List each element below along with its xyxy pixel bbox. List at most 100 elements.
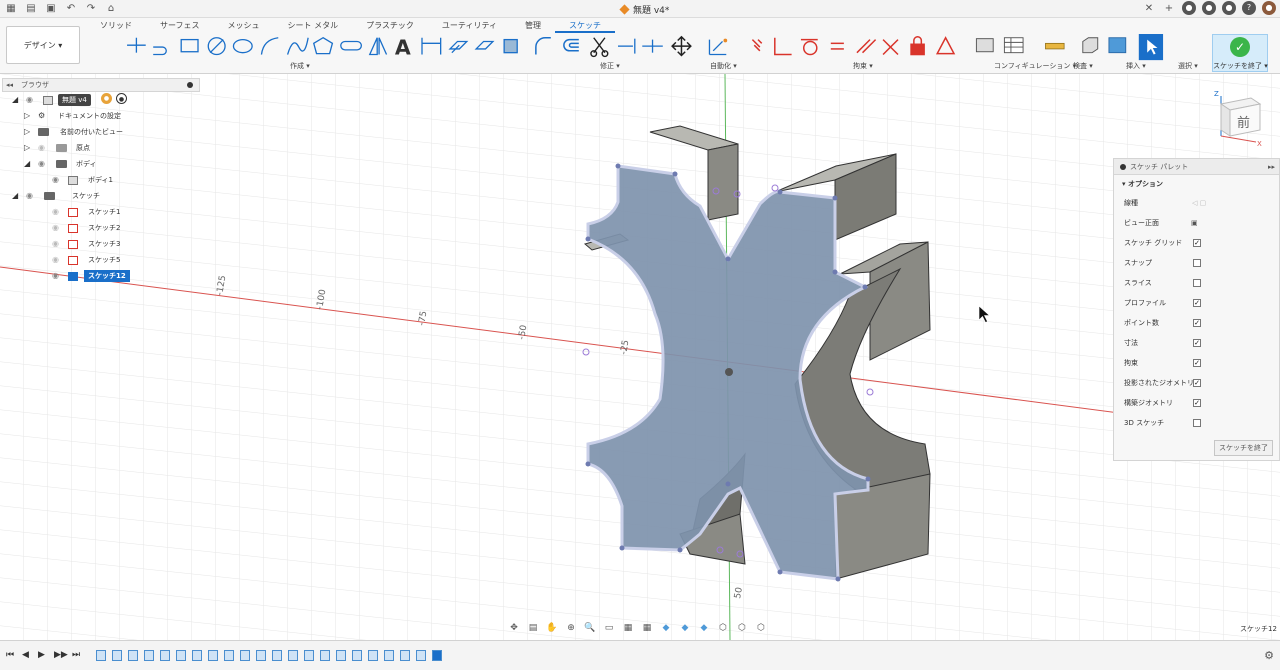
fillet-tool-icon[interactable]: [535, 36, 551, 55]
coincident-constraint-icon[interactable]: [751, 39, 763, 52]
tab-solid[interactable]: ソリッド: [86, 19, 146, 33]
timeline-feature[interactable]: [176, 650, 186, 661]
radio-active-icon[interactable]: ●: [116, 93, 127, 104]
circle-tool-icon[interactable]: [207, 37, 226, 56]
timeline-feature[interactable]: [304, 650, 314, 661]
timeline-feature[interactable]: [320, 650, 330, 661]
mirror-tool-icon[interactable]: [368, 37, 388, 56]
points-checkbox[interactable]: ✓: [1193, 319, 1201, 327]
expand-triangle-icon[interactable]: ▷: [24, 124, 32, 140]
look-at-icon[interactable]: ▣: [1191, 213, 1198, 233]
expand-triangle-icon[interactable]: ▷: [24, 108, 32, 124]
timeline-feature[interactable]: [240, 650, 250, 661]
browser-pin-icon[interactable]: [187, 82, 193, 88]
timeline-current-feature[interactable]: [432, 650, 442, 661]
slot-tool-icon[interactable]: [153, 46, 167, 56]
browser-header[interactable]: ◂◂ ブラウザ: [2, 78, 200, 92]
view-shaded-icon[interactable]: ⬡: [715, 623, 731, 633]
view-wire-icon[interactable]: ⬡: [734, 623, 750, 633]
timeline-feature[interactable]: [400, 650, 410, 661]
user-avatar[interactable]: ●: [1262, 1, 1276, 15]
finish-sketch-button[interactable]: ✓ スケッチを終了 ▾: [1212, 34, 1268, 72]
browser-item-document-settings[interactable]: ▷ ⚙ ドキュメントの設定: [2, 108, 200, 124]
timeline-last-icon[interactable]: ⏭: [72, 650, 80, 660]
linetype-icons[interactable]: ◁ ▢: [1192, 193, 1206, 213]
tab-plastic[interactable]: プラスチック: [352, 19, 428, 33]
auto-constrain-icon[interactable]: [708, 38, 728, 56]
expand-triangle-icon[interactable]: ◢: [24, 156, 32, 172]
activate-icon[interactable]: ●: [101, 93, 112, 104]
timeline-first-icon[interactable]: ⏮: [6, 650, 14, 660]
look-at-icon[interactable]: ▤: [525, 623, 541, 633]
timeline-feature[interactable]: [352, 650, 362, 661]
expand-triangle-icon[interactable]: ◢: [12, 92, 20, 108]
create-group-label[interactable]: 作成 ▾: [290, 61, 310, 71]
automate-group-label[interactable]: 自動化 ▾: [710, 61, 737, 71]
configure-group-label[interactable]: コンフィギュレーション ▾: [994, 61, 1076, 71]
dimensions-checkbox[interactable]: ✓: [1193, 339, 1201, 347]
tab-sheet-metal[interactable]: シート メタル: [274, 19, 353, 33]
equal-constraint-icon[interactable]: [830, 42, 844, 50]
collapse-icon[interactable]: ◂◂: [6, 79, 13, 91]
tangent-constraint-icon[interactable]: [800, 38, 818, 56]
browser-root[interactable]: ◢ ◉ 無題 v4 ● ●: [2, 92, 200, 108]
browser-item-sketch1[interactable]: ◉ スケッチ1: [2, 204, 200, 220]
timeline-feature[interactable]: [192, 650, 202, 661]
timeline-play-icon[interactable]: ▶: [38, 650, 45, 660]
browser-item-origin[interactable]: ▷ ◉ 原点: [2, 140, 200, 156]
timeline-feature[interactable]: [224, 650, 234, 661]
fix-constraint-icon[interactable]: [910, 36, 925, 56]
undo-icon[interactable]: ↶: [64, 2, 78, 15]
visibility-eye-icon[interactable]: ◉: [26, 92, 33, 108]
viewports-icon[interactable]: ▦: [639, 623, 655, 633]
browser-item-sketch12[interactable]: ◉ スケッチ12: [2, 268, 200, 284]
browser-item-named-views[interactable]: ▷ 名前の付いたビュー: [2, 124, 200, 140]
sketch-grid-checkbox[interactable]: ✓: [1193, 239, 1201, 247]
slot-shape-icon[interactable]: [340, 40, 362, 51]
perpendicular-constraint-icon[interactable]: [774, 37, 792, 56]
timeline-feature[interactable]: [336, 650, 346, 661]
timeline-feature[interactable]: [384, 650, 394, 661]
visibility-eye-icon[interactable]: ◉: [52, 204, 59, 220]
browser-item-body1[interactable]: ◉ ボディ1: [2, 172, 200, 188]
break-tool-icon[interactable]: [642, 39, 663, 53]
help-icon[interactable]: ?: [1242, 1, 1256, 15]
timeline-feature[interactable]: [160, 650, 170, 661]
browser-item-sketch5[interactable]: ◉ スケッチ5: [2, 252, 200, 268]
measure-tool-icon[interactable]: [1045, 42, 1065, 50]
zoom-window-icon[interactable]: ⊕: [563, 623, 579, 633]
view-iso-icon[interactable]: ◆: [696, 623, 712, 633]
select-tool-icon[interactable]: [1138, 34, 1164, 61]
timeline-settings-gear-icon[interactable]: ⚙: [1264, 649, 1274, 662]
offset-tool-icon[interactable]: [563, 38, 579, 52]
tab-utilities[interactable]: ユーティリティ: [428, 19, 511, 33]
line-tool-icon[interactable]: [127, 37, 146, 53]
browser-item-bodies[interactable]: ◢ ◉ ボディ: [2, 156, 200, 172]
insert-tool-icon[interactable]: [1082, 37, 1127, 54]
workspace-dropdown[interactable]: デザイン ▾: [6, 26, 80, 64]
timeline-next-icon[interactable]: ▶▶: [54, 650, 68, 660]
text-tool-icon[interactable]: A: [395, 36, 411, 60]
file-menu-icon[interactable]: ▤: [24, 2, 38, 15]
browser-item-sketches[interactable]: ◢ ◉ スケッチ: [2, 188, 200, 204]
timeline-feature[interactable]: [368, 650, 378, 661]
parallel-constraint-icon[interactable]: [856, 39, 877, 54]
visibility-eye-icon[interactable]: ◉: [38, 156, 45, 172]
timeline-feature[interactable]: [288, 650, 298, 661]
palette-options-section[interactable]: ▾ オプション: [1114, 175, 1279, 193]
palette-expand-icon[interactable]: ▸▸: [1268, 159, 1275, 175]
symmetry-constraint-icon[interactable]: [882, 39, 899, 56]
browser-item-sketch3[interactable]: ◉ スケッチ3: [2, 236, 200, 252]
profile-checkbox[interactable]: ✓: [1193, 299, 1201, 307]
spline-tool-icon[interactable]: [286, 37, 309, 55]
arc-tool-icon[interactable]: [260, 37, 279, 55]
view-front-icon[interactable]: ◆: [658, 623, 674, 633]
visibility-eye-icon[interactable]: ◉: [26, 188, 33, 204]
app-grid-icon[interactable]: ▦: [4, 2, 18, 15]
close-tab-icon[interactable]: ✕: [1142, 2, 1156, 15]
tab-mesh[interactable]: メッシュ: [214, 19, 274, 33]
visibility-eye-icon[interactable]: ◉: [52, 172, 59, 188]
dimension-tool-icon[interactable]: [421, 37, 442, 55]
extensions-icon[interactable]: ●: [1182, 1, 1196, 15]
tab-surface[interactable]: サーフェス: [146, 19, 214, 33]
